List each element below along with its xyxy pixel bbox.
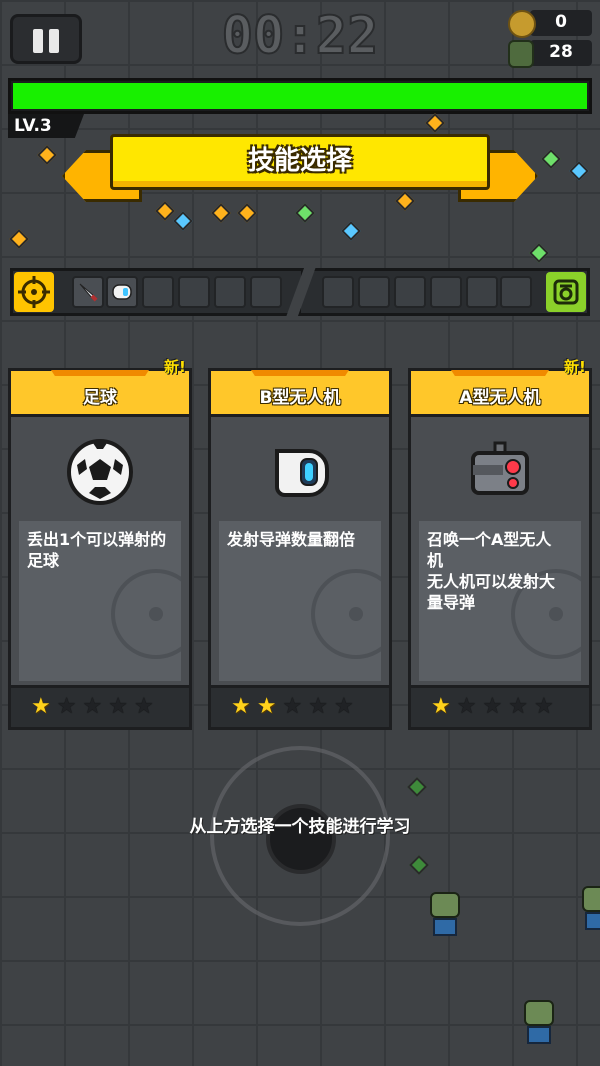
skill-card-drone-b[interactable]: B型无人机 发射导弹数量翻倍 ★ ★ ★ ★ ★ [208,368,392,730]
passive-slot-1 [322,276,354,308]
gem-icon [237,203,257,223]
star-empty-icon: ★ [282,694,303,719]
experience-fill [13,83,587,109]
gem-icon [9,229,29,249]
card-header: B型无人机 [211,371,389,417]
weapon-slot-5 [214,276,246,308]
gem-icon [295,203,315,223]
star-rating: ★ ★ ★ ★ ★ [31,696,154,718]
weapon-slot-2 [106,276,138,308]
card-title: A型无人机 [459,388,541,408]
gem-icon [529,243,549,263]
pause-icon [33,29,43,53]
star-rating: ★ ★ ★ ★ ★ [431,696,554,718]
card-rating: ★ ★ ★ ★ ★ [11,685,189,727]
card-title: 足球 [83,388,117,408]
pause-button[interactable] [10,14,82,64]
drone-a-icon [471,441,529,495]
passive-category-icon [546,272,586,312]
crosshair-watermark-icon [311,569,381,659]
drone-b-icon [112,284,132,300]
drone-b-icon [275,449,329,497]
crosshair-watermark-icon [111,569,181,659]
star-filled-icon: ★ [431,694,451,719]
skill-card-drone-a[interactable]: A型无人机 召唤一个A型无人 机 无人机可以发射大 量导弹 ★ ★ ★ ★ ★ [408,368,592,730]
level-label: LV.3 [14,116,52,136]
star-empty-icon: ★ [508,694,528,719]
card-description: 丢出1个可以弹射的 足球 [27,530,167,570]
kill-count: 28 [549,42,573,62]
star-empty-icon: ★ [333,694,354,719]
banner-title: 技能选择 [247,146,352,176]
experience-bar [8,78,592,114]
card-description-panel: 召唤一个A型无人 机 无人机可以发射大 量导弹 [419,521,581,681]
star-empty-icon: ★ [133,694,154,719]
passive-slot-6 [500,276,532,308]
card-description-panel: 发射导弹数量翻倍 [219,521,381,681]
weapon-slot-6 [250,276,282,308]
passive-slot-4 [430,276,462,308]
new-badge: 新! [564,358,586,376]
coin-count: 0 [555,12,567,32]
card-rating: ★ ★ ★ ★ ★ [211,685,389,727]
gem-icon [173,211,193,231]
card-header: A型无人机 [411,371,589,417]
star-empty-icon: ★ [108,694,128,719]
new-badge: 新! [164,358,186,376]
card-description-panel: 丢出1个可以弹射的 足球 [19,521,181,681]
star-filled-icon: ★ [256,694,277,719]
weapon-category-icon [14,272,54,312]
star-empty-icon: ★ [308,694,328,719]
star-rating: ★ ★ ★ ★ ★ [231,696,354,718]
gem-icon [155,201,175,221]
card-header: 足球 [11,371,189,417]
star-empty-icon: ★ [56,694,77,719]
gem-icon [407,777,427,797]
star-empty-icon: ★ [533,694,554,719]
instruction-hint: 从上方选择一个技能进行学习 [189,817,411,837]
weapon-slot-3 [142,276,174,308]
card-rating: ★ ★ ★ ★ ★ [411,685,589,727]
star-filled-icon: ★ [231,694,251,719]
gem-icon [341,221,361,241]
star-empty-icon: ★ [456,694,477,719]
gem-icon [211,203,231,223]
zombie-enemy [580,886,600,936]
gem-icon [541,149,561,169]
soccer-ball-icon [67,439,133,505]
star-empty-icon: ★ [482,694,503,719]
weapon-slot-1 [72,276,104,308]
card-description: 召唤一个A型无人 机 无人机可以发射大 量导弹 [427,530,556,612]
gem-icon [409,855,429,875]
gem-icon [37,145,57,165]
zombie-enemy [428,892,462,942]
star-empty-icon: ★ [82,694,103,719]
gem-icon [425,113,445,133]
card-description: 发射导弹数量翻倍 [227,530,356,549]
passive-slot-5 [466,276,498,308]
skill-card-soccer[interactable]: 足球 丢出1个可以弹射的 足球 ★ ★ ★ ★ ★ [8,368,192,730]
gear-box-icon [553,279,579,305]
card-title: B型无人机 [259,388,341,408]
passive-slot-3 [394,276,426,308]
zombie-enemy [522,1000,556,1050]
gem-icon [569,161,589,181]
weapon-slot-4 [178,276,210,308]
gem-icon [395,191,415,211]
passive-slot-2 [358,276,390,308]
game-timer: 00:22 [221,5,380,67]
crosshair-icon [18,276,50,308]
dagger-icon [79,283,98,302]
star-filled-icon: ★ [31,694,51,719]
